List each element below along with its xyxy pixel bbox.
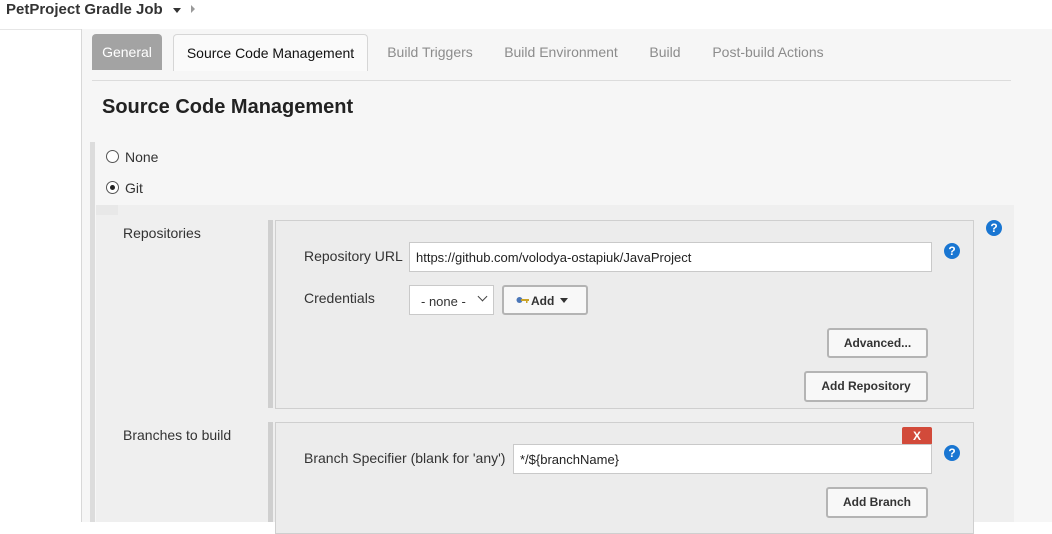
repository-url-help-icon[interactable]: ? [944,243,960,259]
section-indent-bar [90,142,95,522]
scm-none-radio[interactable] [106,150,119,163]
chevron-down-icon[interactable] [173,8,181,13]
delete-branch-button[interactable]: X [902,427,932,445]
git-block-notch [96,205,118,215]
add-credentials-label: Add [531,294,555,308]
add-repository-button[interactable]: Add Repository [804,371,928,402]
key-icon [516,297,529,303]
tab-build[interactable]: Build [641,34,689,70]
tab-build-environment[interactable]: Build Environment [496,34,626,70]
tab-divider [92,80,1011,81]
repositories-indent-bar [268,220,273,408]
branches-to-build-label: Branches to build [123,427,232,443]
chevron-right-icon [191,5,195,13]
add-credentials-button[interactable]: Add [502,285,588,315]
scm-git-radio[interactable] [106,181,119,194]
tab-post-build-actions[interactable]: Post-build Actions [703,34,833,70]
section-title: Source Code Management [102,96,354,118]
repository-url-input[interactable]: https://github.com/volodya-ostapiuk/Java… [409,242,932,272]
chevron-down-icon [477,291,488,302]
credentials-select[interactable]: - none - [409,285,494,315]
advanced-button[interactable]: Advanced... [827,328,928,358]
credentials-label: Credentials [304,290,375,306]
add-branch-button[interactable]: Add Branch [826,487,928,518]
tab-bar: General Source Code Management Build Tri… [82,29,1052,80]
repositories-label: Repositories [123,225,201,241]
scm-git-label[interactable]: Git [125,180,143,196]
git-help-icon[interactable]: ? [986,220,1002,236]
top-bar: PetProject Gradle Job [0,0,1052,30]
credentials-selected-value: - none - [421,294,466,309]
scm-none-label[interactable]: None [125,149,158,165]
radio-selected-dot [110,185,115,190]
branch-specifier-help-icon[interactable]: ? [944,445,960,461]
branches-indent-bar [268,422,273,522]
branch-specifier-input[interactable]: */${branchName} [513,444,932,474]
tab-build-triggers[interactable]: Build Triggers [378,34,482,70]
job-breadcrumb[interactable]: PetProject Gradle Job [6,1,163,18]
caret-down-icon [560,298,568,303]
branch-specifier-label: Branch Specifier (blank for 'any') [304,450,506,466]
tab-general[interactable]: General [92,34,162,70]
repository-url-label: Repository URL [304,248,403,264]
tab-source-code-management[interactable]: Source Code Management [173,34,368,71]
